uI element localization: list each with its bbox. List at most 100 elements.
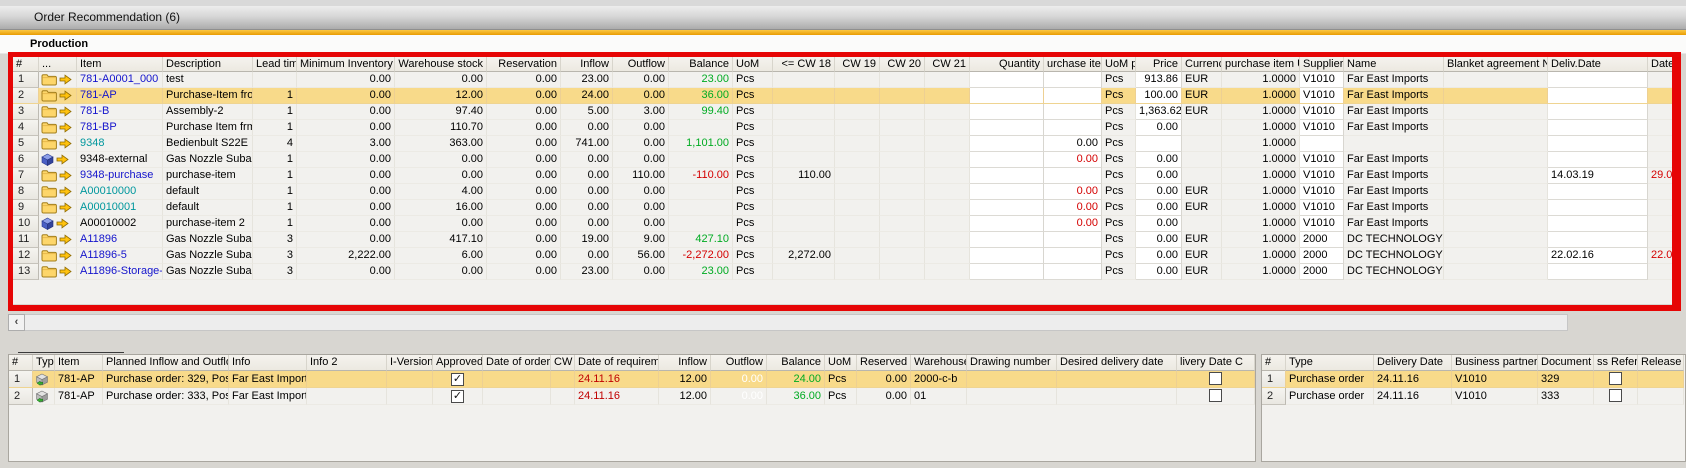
col-header-uom[interactable]: UoM [733,57,773,72]
link-arrow-icon[interactable] [59,122,72,133]
col-header-typ[interactable]: Typ [33,355,55,371]
cell-pitem[interactable]: 0.00 [1044,216,1102,232]
cell-price[interactable]: 0.00 [1136,248,1182,264]
link-arrow-icon[interactable] [59,186,72,197]
cell-qty[interactable] [970,200,1044,216]
cell-price[interactable]: 0.00 [1136,168,1182,184]
cell-deliv[interactable] [1548,136,1648,152]
cell-price[interactable]: 100.00 [1136,88,1182,104]
col-header-approved[interactable]: Approved [433,355,483,371]
table-row[interactable]: 4781-BPPurchase Item frm10.00110.700.000… [13,120,1678,136]
col-header-delivc[interactable]: livery Date C [1177,355,1255,371]
table-row[interactable]: 79348-purchasepurchase-item10.000.000.00… [13,168,1678,184]
table-row[interactable]: 11A11896Gas Nozzle Subasse30.00417.100.0… [13,232,1678,248]
col-header-doc[interactable]: Document [1538,355,1594,371]
hscrollbar-thumb[interactable] [25,314,1568,331]
cell-supplier[interactable]: V1010 [1300,104,1344,120]
col-header-blanket[interactable]: Blanket agreement Numbe [1444,57,1548,72]
row-number[interactable]: 8 [13,184,39,200]
cell-price[interactable]: 0.00 [1136,152,1182,168]
ref-checkbox[interactable] [1609,372,1622,385]
cell-qty[interactable] [970,104,1044,120]
cell-price[interactable]: 0.00 [1136,200,1182,216]
col-header-iversion[interactable]: I-Version [387,355,433,371]
link-arrow-icon[interactable] [56,218,69,229]
link-arrow-icon[interactable] [59,138,72,149]
approved-checkbox[interactable] [451,373,464,386]
row-number[interactable]: 2 [1262,388,1286,405]
cell-qty[interactable] [970,248,1044,264]
item-link[interactable]: A11896 [77,232,163,248]
item-link[interactable]: A00010002 [77,216,163,232]
item-link[interactable]: 781-B [77,104,163,120]
item-link[interactable]: 9348-purchase [77,168,163,184]
cell-price[interactable]: 913.86 [1136,72,1182,88]
col-header-resv[interactable]: Reservation [487,57,561,72]
col-header-cw19[interactable]: CW 19 [835,57,880,72]
col-header-wh[interactable]: Warehouse stock [395,57,487,72]
cell-qty[interactable] [970,264,1044,280]
cell-qty[interactable] [970,136,1044,152]
col-header-inflow[interactable]: Inflow [659,355,711,371]
col-header-curr[interactable]: Currency [1182,57,1222,72]
cell-qty[interactable] [970,232,1044,248]
table-row[interactable]: 1781-A0001_000test0.000.000.0023.000.002… [13,72,1678,88]
link-arrow-icon[interactable] [56,154,69,165]
table-row[interactable]: 13A11896-Storage-RelaGas Nozzle Subasse3… [13,264,1678,280]
cell-pitem[interactable] [1044,248,1102,264]
row-number[interactable]: 10 [13,216,39,232]
col-header-outflow[interactable]: Outflow [613,57,669,72]
cell-deliv[interactable] [1548,104,1648,120]
col-header-num[interactable]: # [13,57,39,72]
table-row[interactable]: 1Purchase order24.11.16V1010329 [1262,371,1685,388]
table-row[interactable]: 8A00010000default10.004.000.000.000.00Pc… [13,184,1678,200]
col-header-num[interactable]: # [1262,355,1286,371]
cell-pitem[interactable] [1044,88,1102,104]
cell-price[interactable]: 0.00 [1136,264,1182,280]
table-row[interactable]: 12A11896-5Gas Nozzle Subasse32,222.006.0… [13,248,1678,264]
col-header-lead[interactable]: Lead time [253,57,297,72]
cell-qty[interactable] [970,152,1044,168]
cell-price[interactable]: 0.00 [1136,184,1182,200]
cell-deliv[interactable] [1548,200,1648,216]
link-arrow-icon[interactable] [59,90,72,101]
col-header-deliv[interactable]: Deliv.Date [1548,57,1648,72]
cell-pitem[interactable] [1044,168,1102,184]
row-number[interactable]: 11 [13,232,39,248]
col-header-cw20[interactable]: CW 20 [880,57,925,72]
cell-supplier[interactable]: 2000 [1300,248,1344,264]
cell-qty[interactable] [970,72,1044,88]
link-arrow-icon[interactable] [59,74,72,85]
table-row[interactable]: 3781-BAssembly-210.0097.400.005.003.0099… [13,104,1678,120]
link-arrow-icon[interactable] [59,250,72,261]
table-row[interactable]: 1781-APPurchase order: 329, Pos 1Far Eas… [9,371,1255,388]
cell-deliv[interactable] [1548,264,1648,280]
link-arrow-icon[interactable] [59,170,72,181]
col-header-inflow[interactable]: Inflow [561,57,613,72]
row-number[interactable]: 1 [13,72,39,88]
col-header-item[interactable]: Item [55,355,103,371]
item-link[interactable]: A11896-5 [77,248,163,264]
col-header-min_inv[interactable]: Minimum Inventory [297,57,395,72]
col-header-cw[interactable]: CW [551,355,575,371]
link-arrow-icon[interactable] [59,266,72,277]
cell-price[interactable]: 0.00 [1136,216,1182,232]
item-link[interactable]: 781-A0001_000 [77,72,163,88]
table-row[interactable]: 2Purchase order24.11.16V1010333 [1262,388,1685,405]
cell-qty[interactable] [970,184,1044,200]
cell-price[interactable]: 1,363.62 [1136,104,1182,120]
cell-deliv[interactable] [1548,72,1648,88]
cell-deliv[interactable]: 14.03.19 [1548,168,1648,184]
col-header-outflow[interactable]: Outflow [711,355,767,371]
cell-supplier[interactable]: V1010 [1300,88,1344,104]
cell-pitem[interactable]: 0.00 [1044,136,1102,152]
item-link[interactable]: 9348-external [77,152,163,168]
cell-pitem[interactable]: 0.00 [1044,184,1102,200]
row-number[interactable]: 3 [13,104,39,120]
cell-supplier[interactable]: 2000 [1300,232,1344,248]
horizontal-scrollbar[interactable]: ‹ [8,314,1568,331]
cell-deliv[interactable] [1548,88,1648,104]
row-number[interactable]: 1 [1262,371,1286,388]
col-header-dateorder[interactable]: Date of order [483,355,551,371]
col-header-name[interactable]: Name [1344,57,1444,72]
